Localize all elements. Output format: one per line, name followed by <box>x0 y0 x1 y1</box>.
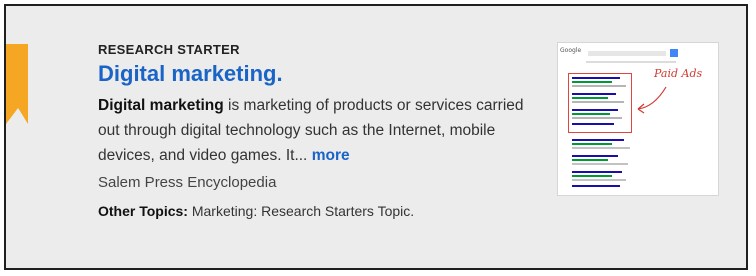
result-card: RESEARCH STARTER Digital marketing. Digi… <box>4 4 748 270</box>
result-content: RESEARCH STARTER Digital marketing. Digi… <box>98 42 538 219</box>
ribbon-accent <box>6 44 28 124</box>
result-source: Salem Press Encyclopedia <box>98 174 277 191</box>
result-type-label: RESEARCH STARTER <box>98 42 240 57</box>
other-topics: Other Topics: Marketing: Research Starte… <box>98 203 538 219</box>
other-topics-label: Other Topics: <box>98 203 188 219</box>
description-keyword: Digital marketing <box>98 97 224 114</box>
result-title-link[interactable]: Digital marketing. <box>98 61 538 87</box>
other-topics-value: Marketing: Research Starters Topic. <box>191 203 415 219</box>
result-description: Digital marketing is marketing of produc… <box>98 93 538 168</box>
annotation-arrow-icon <box>637 86 667 114</box>
result-thumbnail[interactable]: Google Paid Ads <box>557 42 719 196</box>
more-link[interactable]: more <box>312 147 350 164</box>
